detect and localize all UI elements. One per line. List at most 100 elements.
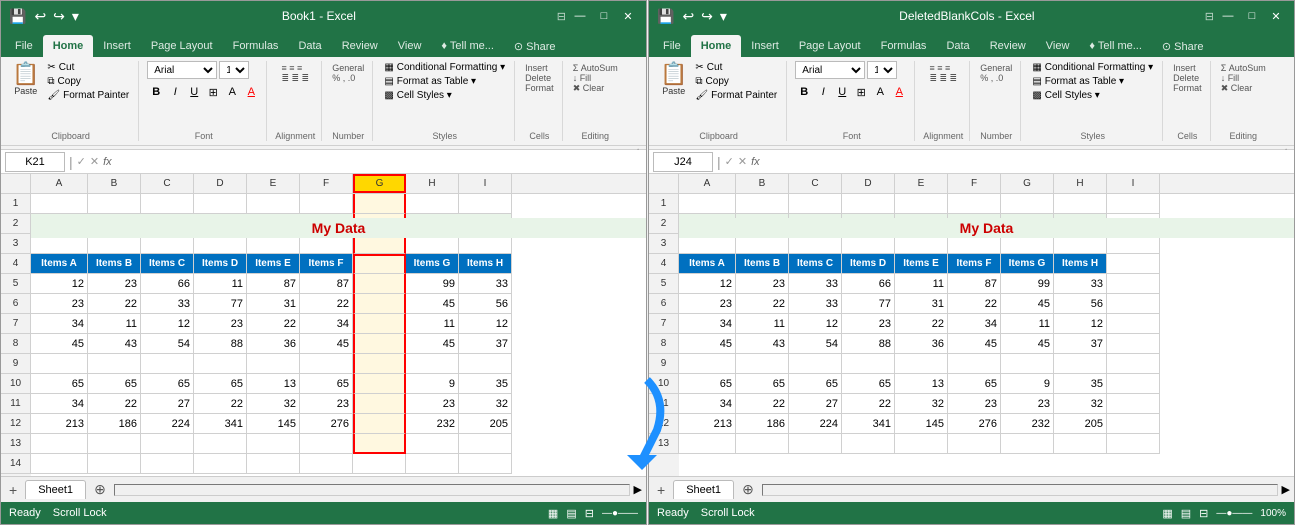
sheet-nav-right[interactable]: ⊕ (738, 481, 758, 498)
tab-file-right[interactable]: File (653, 35, 691, 57)
cell-B10-left[interactable]: 65 (88, 374, 141, 394)
tab-formulas-right[interactable]: Formulas (871, 35, 937, 57)
normal-view-icon-right[interactable]: ▦ (1162, 507, 1172, 520)
cell-F11-right[interactable]: 23 (948, 394, 1001, 414)
sheet-nav-left[interactable]: ⊕ (90, 481, 110, 498)
cell-E9-left[interactable] (247, 354, 300, 374)
cell-E12-right[interactable]: 145 (895, 414, 948, 434)
cell-C9-right[interactable] (789, 354, 842, 374)
cell-D8-left[interactable]: 88 (194, 334, 247, 354)
tab-share-left[interactable]: ⊙ Share (504, 35, 566, 57)
col-header-E-left[interactable]: E (247, 174, 300, 193)
cell-H13-right[interactable] (1054, 434, 1107, 454)
tab-insert-right[interactable]: Insert (741, 35, 789, 57)
col-header-C-right[interactable]: C (789, 174, 842, 193)
cell-E10-left[interactable]: 13 (247, 374, 300, 394)
cell-A4-right[interactable]: Items A (679, 254, 736, 274)
cell-C9-left[interactable] (141, 354, 194, 374)
cell-E3-right[interactable] (895, 234, 948, 254)
cell-B5-left[interactable]: 23 (88, 274, 141, 294)
cell-I5-left[interactable]: 33 (459, 274, 512, 294)
cell-G9-left[interactable] (353, 354, 406, 374)
maximize-btn-right[interactable]: □ (1242, 6, 1262, 26)
cell-B11-right[interactable]: 22 (736, 394, 789, 414)
zoom-slider-left[interactable]: —●—— (602, 508, 638, 519)
cell-F7-left[interactable]: 34 (300, 314, 353, 334)
cell-A8-right[interactable]: 45 (679, 334, 736, 354)
cell-D4-left[interactable]: Items D (194, 254, 247, 274)
cell-E4-right[interactable]: Items E (895, 254, 948, 274)
undo-btn-right[interactable]: ↩ (680, 7, 696, 26)
page-layout-icon-left[interactable]: ▤ (566, 507, 576, 520)
cell-ref-left[interactable] (5, 152, 65, 172)
underline-btn-left[interactable]: U (185, 83, 203, 101)
cell-A11-right[interactable]: 34 (679, 394, 736, 414)
cell-D12-right[interactable]: 341 (842, 414, 895, 434)
cell-G1-right[interactable] (1001, 194, 1054, 214)
cell-D11-right[interactable]: 22 (842, 394, 895, 414)
cell-C3-right[interactable] (789, 234, 842, 254)
cell-B9-right[interactable] (736, 354, 789, 374)
cell-B12-right[interactable]: 186 (736, 414, 789, 434)
cell-D9-left[interactable] (194, 354, 247, 374)
cell-I8-right[interactable] (1107, 334, 1160, 354)
cell-A13-right[interactable] (679, 434, 736, 454)
cell-I4-right[interactable] (1107, 254, 1160, 274)
cell-C12-left[interactable]: 224 (141, 414, 194, 434)
cell-D4-right[interactable]: Items D (842, 254, 895, 274)
cell-D1-left[interactable] (194, 194, 247, 214)
cell-B8-left[interactable]: 43 (88, 334, 141, 354)
sheet-add-btn-left[interactable]: + (5, 482, 21, 498)
qat-more[interactable]: ▾ (70, 7, 81, 26)
save-icon-right[interactable]: 💾 (657, 8, 674, 25)
tab-home-left[interactable]: Home (43, 35, 94, 57)
cell-C10-right[interactable]: 65 (789, 374, 842, 394)
close-btn-left[interactable]: ✕ (618, 6, 638, 26)
cell-styles-btn-right[interactable]: ▩ Cell Styles ▾ (1029, 89, 1156, 102)
cell-C13-left[interactable] (141, 434, 194, 454)
format-table-btn-left[interactable]: ▤ Format as Table ▾ (381, 75, 508, 88)
cell-F5-right[interactable]: 87 (948, 274, 1001, 294)
border-btn-right[interactable]: ⊞ (852, 83, 870, 101)
cell-C4-right[interactable]: Items C (789, 254, 842, 274)
cell-D11-left[interactable]: 22 (194, 394, 247, 414)
ribbon-toggle-left[interactable]: ⊟ (557, 10, 566, 23)
font-color-btn-right[interactable]: A (890, 83, 908, 101)
cell-D6-right[interactable]: 77 (842, 294, 895, 314)
cell-G1-left[interactable] (353, 194, 406, 214)
tab-pagelayout-left[interactable]: Page Layout (141, 35, 223, 57)
cell-I7-left[interactable]: 12 (459, 314, 512, 334)
cell-D7-right[interactable]: 23 (842, 314, 895, 334)
tab-data-right[interactable]: Data (936, 35, 979, 57)
cell-A5-left[interactable]: 12 (31, 274, 88, 294)
cell-H3-right[interactable] (1054, 234, 1107, 254)
cell-I2-left[interactable] (459, 214, 512, 234)
cell-C10-left[interactable]: 65 (141, 374, 194, 394)
collapse-icon-right[interactable]: ▲ (1282, 146, 1290, 149)
cell-C7-left[interactable]: 12 (141, 314, 194, 334)
cell-C11-left[interactable]: 27 (141, 394, 194, 414)
cell-G12-left[interactable] (353, 414, 406, 434)
cell-I13-left[interactable] (459, 434, 512, 454)
cell-G13-right[interactable] (1001, 434, 1054, 454)
minimize-btn-right[interactable]: — (1218, 6, 1238, 26)
cell-F10-left[interactable]: 65 (300, 374, 353, 394)
cell-F10-right[interactable]: 65 (948, 374, 1001, 394)
col-header-A-left[interactable]: A (31, 174, 88, 193)
cell-H8-left[interactable]: 45 (406, 334, 459, 354)
cell-A3-left[interactable] (31, 234, 88, 254)
cell-G7-left[interactable] (353, 314, 406, 334)
cell-E5-right[interactable]: 11 (895, 274, 948, 294)
cell-E5-left[interactable]: 87 (247, 274, 300, 294)
tab-formulas-left[interactable]: Formulas (223, 35, 289, 57)
cell-E6-left[interactable]: 31 (247, 294, 300, 314)
cell-I6-right[interactable] (1107, 294, 1160, 314)
cell-F11-left[interactable]: 23 (300, 394, 353, 414)
cell-B8-right[interactable]: 43 (736, 334, 789, 354)
cell-G2-left[interactable] (353, 214, 406, 234)
cell-F2-right[interactable] (948, 214, 1001, 234)
cell-E1-right[interactable] (895, 194, 948, 214)
cell-B3-left[interactable] (88, 234, 141, 254)
cell-D3-left[interactable] (194, 234, 247, 254)
sheet-add-btn-right[interactable]: + (653, 482, 669, 498)
